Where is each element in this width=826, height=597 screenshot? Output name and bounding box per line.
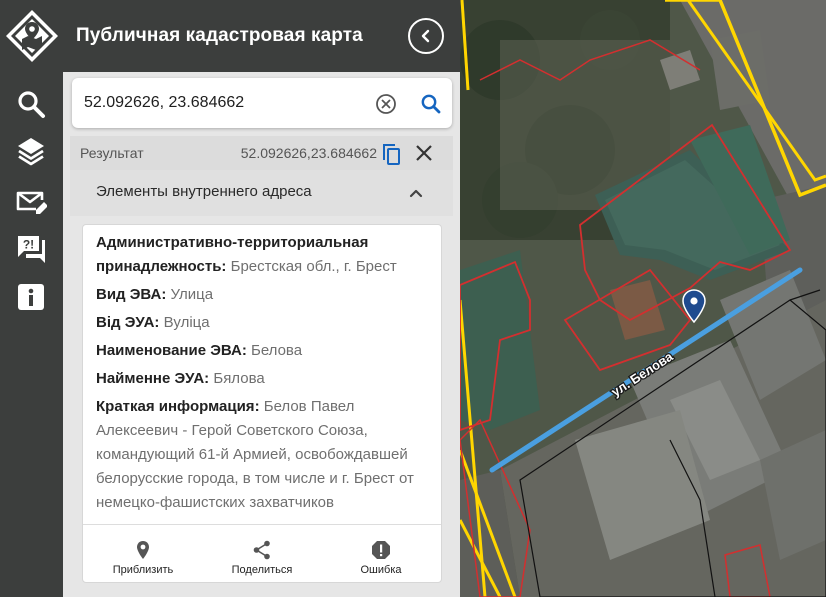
side-panel: Результат 52.092626,23.684662 Элементы в… xyxy=(63,72,460,597)
report-error-button[interactable]: Ошибка xyxy=(336,539,426,579)
info-key: Від ЭУА xyxy=(96,314,155,331)
section-title: Элементы внутреннего адреса xyxy=(96,183,312,200)
map-logo-icon xyxy=(5,10,58,62)
location-pin-icon xyxy=(137,541,149,559)
clear-icon xyxy=(376,94,396,114)
search-submit-button[interactable] xyxy=(419,92,443,116)
left-rail: ?! xyxy=(0,0,63,597)
error-icon xyxy=(372,541,390,559)
info-row-name-ru: Наименование ЭВА: Белова xyxy=(96,342,303,359)
info-row-type-ru: Вид ЭВА: Улица xyxy=(96,286,214,303)
share-icon xyxy=(253,540,270,560)
rail-mail-button[interactable] xyxy=(9,180,53,224)
info-key: Наименование ЭВА xyxy=(96,342,242,359)
zoom-to-label: Приблизить xyxy=(112,564,174,576)
rail-feedback-button[interactable]: ?! xyxy=(9,226,53,270)
address-elements-section-toggle[interactable]: Элементы внутреннего адреса xyxy=(70,170,453,216)
info-value: Вуліца xyxy=(163,314,210,331)
share-button[interactable]: Поделиться xyxy=(217,539,307,579)
satellite-map: ул. Белова xyxy=(460,0,826,597)
info-value: Улица xyxy=(170,286,214,303)
info-value: Брестская обл., г. Брест xyxy=(230,258,397,275)
feedback-icon: ?! xyxy=(18,236,45,263)
info-row-type-by: Від ЭУА: Вуліца xyxy=(96,314,210,331)
info-value: Белова xyxy=(250,342,303,359)
search-box xyxy=(72,78,452,128)
mail-edit-icon xyxy=(16,191,47,214)
info-key: Вид ЭВА xyxy=(96,286,162,303)
info-value: Бялова xyxy=(213,370,265,387)
address-info-card: Административно-территориальная принадле… xyxy=(82,224,442,583)
info-list: Административно-территориальная принадле… xyxy=(96,231,436,519)
card-divider xyxy=(83,524,441,525)
app-logo[interactable] xyxy=(0,0,63,72)
panel-header: Публичная кадастровая карта xyxy=(63,0,460,72)
info-icon xyxy=(18,284,44,310)
layers-icon xyxy=(18,138,44,166)
result-bar: Результат 52.092626,23.684662 xyxy=(70,136,453,170)
zoom-to-button[interactable]: Приблизить xyxy=(98,539,188,579)
result-coords: 52.092626,23.684662 xyxy=(240,145,377,161)
copy-icon xyxy=(383,144,400,165)
info-row-summary: Краткая информация: Белов Павел Алексеев… xyxy=(96,398,414,511)
collapse-panel-button[interactable] xyxy=(408,18,444,54)
info-row-name-by: Найменне ЭУА: Бялова xyxy=(96,370,265,387)
map-view[interactable]: ул. Белова xyxy=(460,0,826,597)
chevron-up-icon xyxy=(409,189,423,198)
search-input[interactable] xyxy=(84,90,364,116)
rail-search-button[interactable] xyxy=(9,82,53,126)
info-row-admin: Административно-территориальная принадле… xyxy=(96,234,397,275)
info-key: Краткая информация xyxy=(96,398,255,415)
search-icon xyxy=(18,91,45,118)
search-icon xyxy=(421,94,441,114)
close-result-button[interactable] xyxy=(413,142,435,164)
rail-layers-button[interactable] xyxy=(9,129,53,173)
app-title: Публичная кадастровая карта xyxy=(76,25,363,46)
info-key: Найменне ЭУА xyxy=(96,370,205,387)
close-icon xyxy=(416,145,432,161)
clear-search-button[interactable] xyxy=(375,93,397,115)
chevron-left-icon xyxy=(421,29,430,43)
result-label: Результат xyxy=(80,145,144,161)
svg-text:?!: ?! xyxy=(23,238,34,252)
report-error-label: Ошибка xyxy=(360,564,402,576)
copy-coords-button[interactable] xyxy=(380,142,402,166)
share-label: Поделиться xyxy=(231,564,293,576)
rail-info-button[interactable] xyxy=(9,275,53,319)
